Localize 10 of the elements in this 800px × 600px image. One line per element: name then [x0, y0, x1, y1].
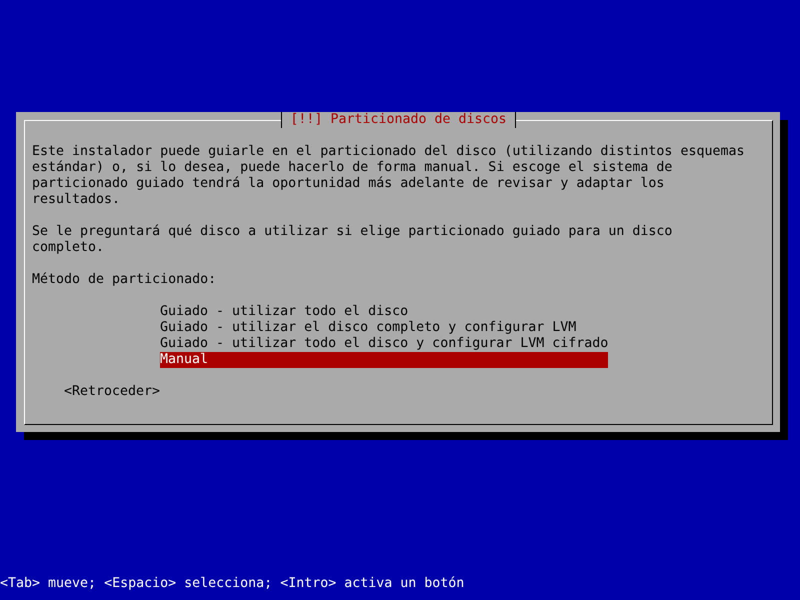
list-option[interactable]: Guiado - utilizar todo el disco y configurar LVM cifrado	[160, 336, 608, 352]
list-option[interactable]: Guiado - utilizar todo el disco	[160, 304, 608, 320]
back-button[interactable]: <Retroceder>	[64, 384, 160, 400]
list-option[interactable]: Manual	[160, 352, 608, 368]
dialog-text: Este instalador puede guiarle en el particionado del disco (utilizando distintos esquemas estándar) o, si lo desea, puede hacerlo de forma manual. Si escoge el sistema de particionado guiado tendrá la oportunidad más adelante de revisar y adaptar los resultados.	[32, 144, 746, 208]
list-option[interactable]: Guiado - utilizar el disco completo y configurar LVM	[160, 320, 608, 336]
dialog-title: [!!] Particionado de discos	[281, 112, 516, 128]
dialog-text: Método de particionado:	[32, 272, 218, 288]
dialog-text: Se le preguntará qué disco a utilizar si elige particionado guiado para un disco completo.	[32, 224, 674, 256]
help-line: <Tab> mueve; <Espacio> selecciona; <Intro> activa un botón	[0, 576, 464, 591]
